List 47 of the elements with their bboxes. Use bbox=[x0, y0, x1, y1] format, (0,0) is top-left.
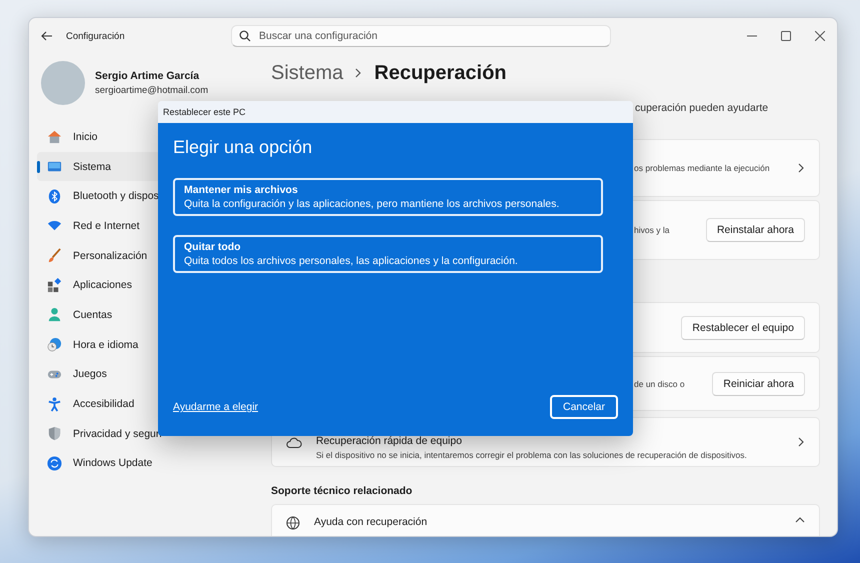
page-title: Recuperación bbox=[374, 62, 507, 84]
window-title: Configuración bbox=[66, 30, 126, 42]
sidebar-item[interactable]: Aplicaciones bbox=[37, 270, 259, 300]
globe-icon bbox=[286, 516, 300, 530]
apps-icon bbox=[47, 278, 62, 293]
cancel-button[interactable]: Cancelar bbox=[550, 395, 618, 419]
chevron-right-icon[interactable] bbox=[798, 437, 805, 447]
sidebar-item[interactable]: Cuentas bbox=[37, 300, 259, 330]
dialog-title: Restablecer este PC bbox=[158, 101, 633, 123]
section-heading: Soporte técnico relacionado bbox=[271, 485, 414, 497]
user-name: Sergio Artime García bbox=[95, 70, 200, 82]
accessibility-icon bbox=[47, 396, 62, 412]
card-description: os problemas mediante la ejecución bbox=[634, 163, 771, 173]
action-button[interactable]: Reinstalar ahora bbox=[706, 218, 805, 242]
sidebar-item[interactable]: Windows Update bbox=[37, 448, 259, 478]
user-email: sergioartime@hotmail.com bbox=[95, 85, 208, 96]
expander-label: Ayuda con recuperación bbox=[314, 516, 428, 528]
expander-card[interactable]: Ayuda con recuperación bbox=[271, 504, 820, 536]
card-title: Recuperación rápida de equipo bbox=[316, 434, 463, 446]
card-description: hivos y la bbox=[634, 225, 670, 235]
card-description: Si el dispositivo no se inicia, intentaremos corregir el problema con las soluciones de recuperación de dispositivos. bbox=[316, 450, 747, 460]
sidebar-item[interactable]: Hora e idioma bbox=[37, 330, 259, 360]
close-icon[interactable] bbox=[815, 31, 825, 41]
back-arrow-icon[interactable] bbox=[41, 31, 53, 41]
refresh-icon bbox=[47, 456, 62, 471]
chevron-right-icon bbox=[355, 68, 362, 78]
person-icon bbox=[47, 307, 62, 322]
breadcrumb-link[interactable]: Sistema bbox=[271, 62, 344, 84]
avatar-circle bbox=[41, 61, 85, 105]
cloud-icon bbox=[286, 436, 302, 448]
action-button[interactable]: Restablecer el equipo bbox=[681, 316, 805, 340]
sidebar-item[interactable]: Juegos bbox=[37, 360, 259, 390]
option-button[interactable]: Mantener mis archivos Quita la configuración y las aplicaciones, pero mantiene los archivos personales. bbox=[173, 178, 603, 216]
help-link[interactable]: Ayudarme a elegir bbox=[173, 401, 258, 413]
maximize-icon[interactable] bbox=[781, 31, 791, 41]
shield-icon bbox=[47, 426, 62, 442]
chevron-right-icon[interactable] bbox=[798, 163, 805, 173]
option-button[interactable]: Quitar todo Quita todos los archivos personales, las aplicaciones y la configuración. bbox=[173, 235, 603, 273]
bluetooth-icon bbox=[47, 188, 62, 204]
action-button[interactable]: Reiniciar ahora bbox=[712, 372, 805, 396]
brush-icon bbox=[47, 248, 62, 264]
chevron-up-icon[interactable] bbox=[795, 516, 805, 523]
globe-clock-icon bbox=[47, 337, 62, 352]
card-description: de un disco o bbox=[634, 378, 686, 388]
search-field[interactable]: Buscar una configuración bbox=[231, 25, 611, 47]
house-icon bbox=[47, 129, 62, 144]
intro-text: cuperación pueden ayudarte bbox=[635, 102, 770, 116]
